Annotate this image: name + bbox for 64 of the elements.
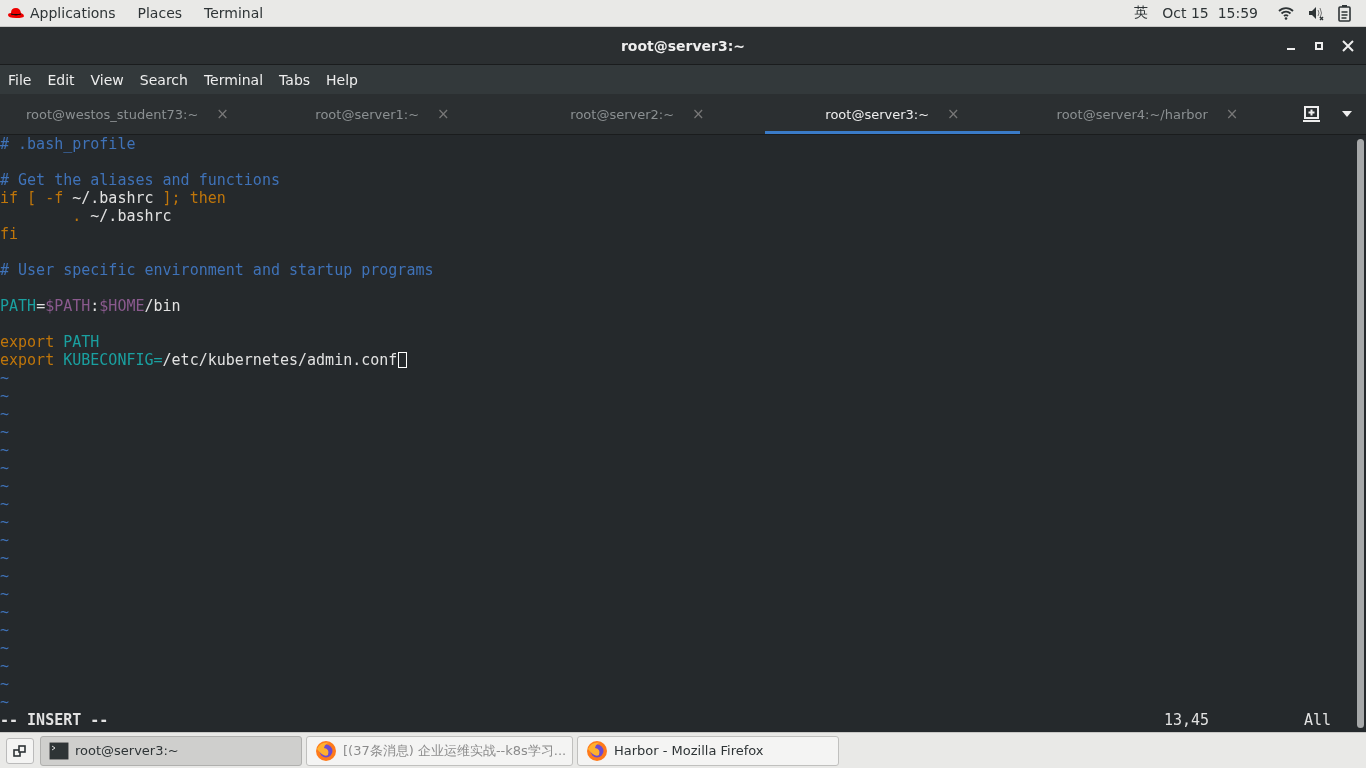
- scroll-position: All: [1304, 711, 1333, 729]
- code-line: PATH=$PATH:$HOME/bin: [0, 297, 181, 315]
- top-bar-menu[interactable]: Applications: [30, 5, 116, 21]
- maximize-icon[interactable]: [1314, 40, 1324, 51]
- taskbar-window-button[interactable]: root@server3:~: [40, 735, 302, 766]
- menu-item[interactable]: Help: [326, 71, 358, 88]
- menu-item[interactable]: Edit: [47, 71, 75, 88]
- empty-line-tilde: ~: [0, 621, 11, 639]
- empty-line-tilde: ~: [0, 423, 11, 441]
- browser-globe-icon: [586, 739, 608, 762]
- code-line: export PATH: [0, 333, 100, 351]
- code-line: # User specific environment and startup programs: [0, 261, 434, 279]
- empty-line-tilde: ~: [0, 531, 11, 549]
- empty-line-tilde: ~: [0, 459, 11, 477]
- hat-logo-icon[interactable]: [8, 7, 24, 19]
- code-line: fi: [0, 225, 19, 243]
- wifi-icon[interactable]: [1278, 6, 1294, 20]
- code-line: # Get the aliases and functions: [0, 171, 280, 189]
- battery-icon[interactable]: [1338, 4, 1352, 22]
- empty-line-tilde: ~: [0, 405, 11, 423]
- empty-line-tilde: ~: [0, 477, 11, 495]
- empty-line-tilde: ~: [0, 495, 11, 513]
- code-line: if [ -f ~/.bashrc ]; then: [0, 189, 226, 207]
- code-line: export KUBECONFIG=/etc/kubernetes/admin.conf: [0, 351, 398, 369]
- terminal-tab[interactable]: root@westos_student73:~ ×: [0, 94, 255, 134]
- empty-line-tilde: ~: [0, 657, 11, 675]
- browser-globe-icon: [315, 739, 337, 762]
- input-method-indicator[interactable]: 英: [1134, 4, 1149, 22]
- code-line: # .bash_profile: [0, 135, 136, 153]
- scrollbar-thumb[interactable]: [1356, 139, 1364, 728]
- menu-item[interactable]: Search: [139, 71, 188, 88]
- empty-line-tilde: ~: [0, 513, 11, 531]
- clock[interactable]: Oct 15 15:59: [1162, 5, 1258, 21]
- empty-line-tilde: ~: [0, 567, 11, 585]
- mode-indicator: -- INSERT --: [0, 711, 110, 729]
- menu-item[interactable]: Tabs: [279, 71, 311, 88]
- empty-line-tilde: ~: [0, 585, 11, 603]
- menu-item[interactable]: Terminal: [203, 71, 264, 88]
- cursor-position: 13,45: [1164, 711, 1211, 729]
- caret-icon[interactable]: [1342, 111, 1352, 117]
- empty-line-tilde: ~: [0, 549, 11, 567]
- empty-line-tilde: ~: [0, 639, 11, 657]
- menu-item[interactable]: View: [90, 71, 124, 88]
- menu-item[interactable]: File: [8, 71, 32, 88]
- empty-line-tilde: ~: [0, 369, 11, 387]
- top-bar-menu[interactable]: Terminal: [204, 5, 264, 21]
- close-icon[interactable]: [1342, 39, 1354, 52]
- empty-line-tilde: ~: [0, 693, 11, 711]
- terminal-tab[interactable]: root@server1:~ ×: [255, 94, 510, 134]
- empty-line-tilde: ~: [0, 603, 11, 621]
- taskbar-window-button[interactable]: Harbor - Mozilla Firefox: [577, 735, 839, 766]
- empty-line-tilde: ~: [0, 675, 11, 693]
- window-title: root@server3:~: [620, 37, 746, 54]
- terminal-icon: [49, 741, 69, 760]
- show-desktop-button[interactable]: [6, 737, 34, 764]
- empty-line-tilde: ~: [0, 441, 11, 459]
- empty-line-tilde: ~: [0, 387, 11, 405]
- windows-icon: [13, 743, 27, 758]
- new-tab-icon[interactable]: [1303, 106, 1320, 122]
- top-bar-menu[interactable]: Places: [137, 5, 183, 21]
- terminal-tab[interactable]: root@server4:~/harbor ×: [1020, 94, 1275, 134]
- code-line: . ~/.bashrc: [71, 207, 172, 225]
- terminal-tab[interactable]: root@server2:~ ×: [510, 94, 765, 134]
- speaker-muted-icon[interactable]: [1308, 5, 1324, 21]
